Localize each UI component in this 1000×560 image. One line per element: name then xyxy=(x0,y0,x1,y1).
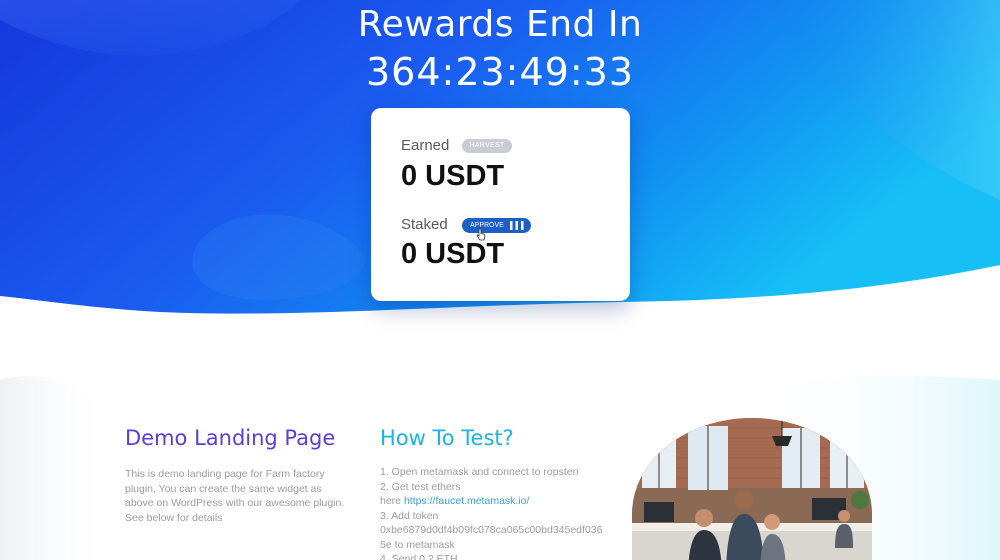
howto-step: 1. Open metamask and connect to ropsten xyxy=(380,466,579,478)
demo-section-title: Demo Landing Page xyxy=(125,426,336,450)
earned-value: 0 USDT xyxy=(401,160,505,192)
earned-label: Earned xyxy=(401,137,450,154)
howto-steps: 1. Open metamask and connect to ropsten … xyxy=(380,465,602,560)
demo-line: This is demo landing page for Farm facto… xyxy=(125,468,325,480)
approve-button[interactable]: APPROVE xyxy=(462,218,531,233)
howto-step: 2. Get test ethers xyxy=(380,480,461,493)
demo-description: This is demo landing page for Farm facto… xyxy=(125,467,344,525)
loading-bars-icon xyxy=(510,221,524,230)
howto-step: here https://faucet.metamask.io/ xyxy=(380,494,602,509)
staked-label: Staked xyxy=(401,216,448,233)
landing-page: Rewards End In 364:23:49:33 Earned HARVE… xyxy=(0,0,1000,560)
pointer-cursor-icon xyxy=(476,228,486,241)
howto-step: 4. Send 0.2 ETH xyxy=(380,553,458,560)
staked-value: 0 USDT xyxy=(401,238,505,270)
countdown-timer: 364:23:49:33 xyxy=(366,50,634,94)
harvest-button[interactable]: HARVEST xyxy=(462,139,512,153)
demo-line: plugin. You can create the same widget a… xyxy=(125,482,322,495)
howto-step: 3. Add token xyxy=(380,509,439,522)
rewards-title: Rewards End In xyxy=(357,4,643,45)
demo-line: above on WordPress with our awesome plug… xyxy=(125,497,345,509)
howto-step: 5e to metamask xyxy=(380,538,455,551)
howto-section-title: How To Test? xyxy=(380,426,514,450)
faucet-link[interactable]: https://faucet.metamask.io/ xyxy=(404,495,529,507)
howto-step-prefix: here xyxy=(380,495,404,507)
demo-line: See below for details xyxy=(125,511,223,524)
staking-card: Earned HARVEST 0 USDT Staked APPROVE 0 U… xyxy=(371,108,630,301)
token-address: 0xbe6879d0df4b09fc078ca065c00bd345edf036 xyxy=(380,524,603,536)
